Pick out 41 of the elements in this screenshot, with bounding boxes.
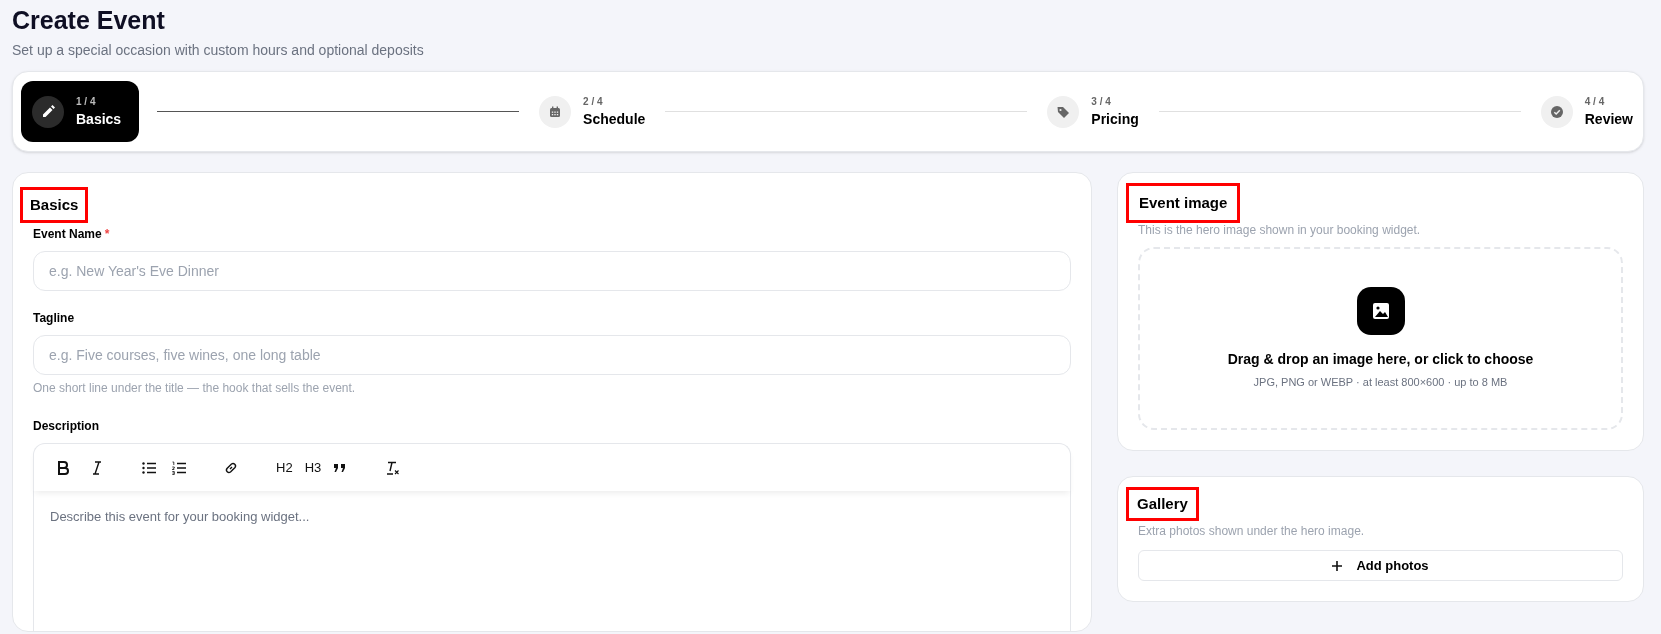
step-tab[interactable]: 3 / 4 Pricing <box>1045 81 1141 142</box>
heading-button[interactable]: H3 <box>304 456 322 479</box>
text-field[interactable]: e.g. Five courses, five wines, one long table <box>33 335 1071 375</box>
clear-format-icon <box>384 459 401 476</box>
page-subtitle: Set up a special occasion with custom hours and optional deposits <box>12 41 424 60</box>
dropzone-hint: JPG, PNG or WEBP · at least 800×600 · up to 8 MB <box>1253 374 1508 390</box>
description-field[interactable]: Describe this event for your booking widget... <box>33 491 1071 631</box>
bullet-list-icon <box>141 459 157 476</box>
bold-icon <box>55 459 71 476</box>
plus-icon <box>1332 560 1343 571</box>
field-hint: One short line under the title — the hook that sells the event. <box>33 380 356 397</box>
numbered-list-icon <box>171 459 187 476</box>
field-label: Description <box>33 418 99 435</box>
field-label: Event Name <box>33 226 102 243</box>
image-dropzone[interactable]: Drag & drop an image here, or click to choose JPG, PNG or WEBP · at least 800×600 · up to 8 MB <box>1138 247 1623 430</box>
step-count: 1 / 4 <box>76 94 97 109</box>
required-marker: * <box>104 226 110 243</box>
step-label: Review <box>1584 109 1633 129</box>
card-heading: Gallery <box>1126 487 1199 521</box>
step-label: Pricing <box>1091 109 1139 129</box>
step-count: 3 / 4 <box>1091 94 1112 109</box>
card-subtitle: Extra photos shown under the hero image. <box>1138 523 1365 540</box>
step-label: Basics <box>76 109 122 129</box>
page-title: Create Event <box>12 5 165 36</box>
step-label: Schedule <box>583 109 646 129</box>
heading-button[interactable]: H2 <box>276 456 293 479</box>
card-heading: Event image <box>1126 183 1241 223</box>
step-count: 4 / 4 <box>1584 94 1606 109</box>
step-count: 2 / 4 <box>583 94 604 109</box>
image-icon <box>1356 286 1405 335</box>
section-heading: Basics <box>20 187 89 223</box>
card-subtitle: This is the hero image shown in your booking widget. <box>1138 222 1421 239</box>
add-photos-button[interactable]: Add photos <box>1138 550 1623 581</box>
check-circle-icon <box>1548 103 1565 120</box>
step-tab[interactable]: 1 / 4 Basics <box>21 81 140 142</box>
dropzone-title: Drag & drop an image here, or click to choose <box>1227 349 1534 369</box>
text-field[interactable]: e.g. New Year's Eve Dinner <box>33 251 1071 291</box>
pencil-icon <box>40 103 56 120</box>
field-label: Tagline <box>33 310 75 327</box>
step-tab[interactable]: 2 / 4 Schedule <box>537 81 648 142</box>
step-tab[interactable]: 4 / 4 Review <box>1538 81 1635 142</box>
